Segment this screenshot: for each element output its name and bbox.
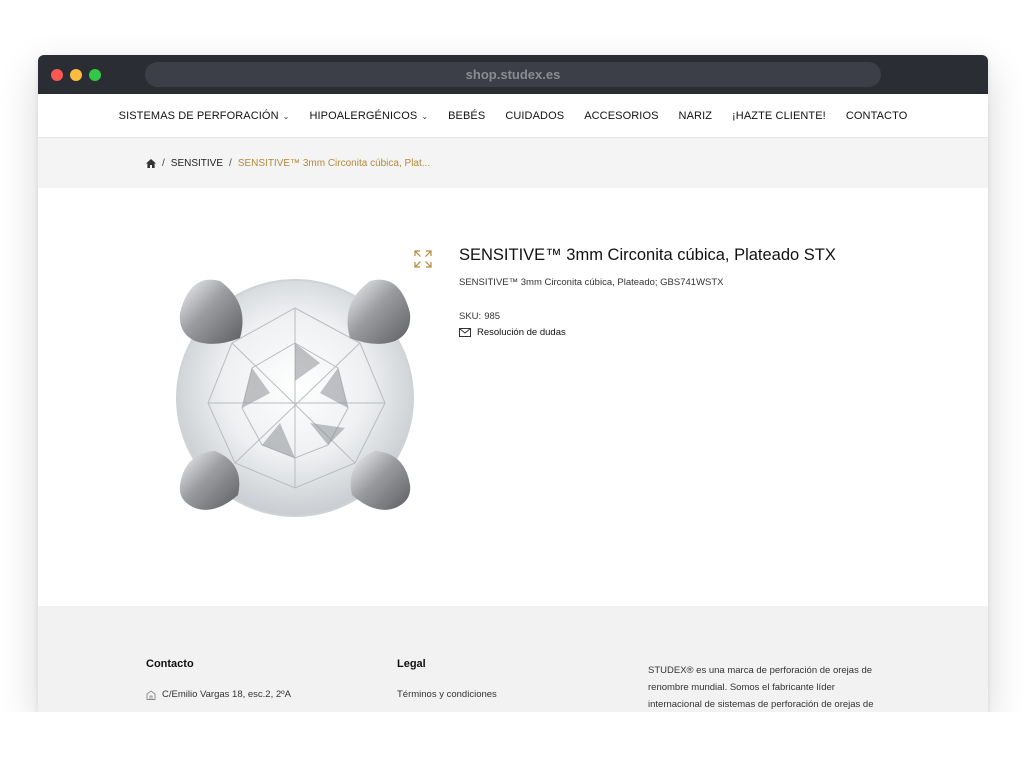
sku-value: 985 (484, 311, 501, 322)
nav-item-7[interactable]: CONTACTO (836, 110, 918, 122)
chevron-down-icon: ⌄ (282, 111, 290, 121)
product-section: SENSITIVE™ 3mm Circonita cúbica, Platead… (38, 188, 988, 606)
nav-item-label: ¡HAZTE CLIENTE! (732, 110, 826, 122)
crystal-earring-image[interactable] (170, 263, 420, 528)
expand-icon[interactable] (414, 250, 432, 268)
page-content: / SENSITIVE / SENSITIVE™ 3mm Circonita c… (38, 138, 988, 713)
help-link[interactable]: Resolución de dudas (459, 327, 566, 338)
product-subtitle: SENSITIVE™ 3mm Circonita cúbica, Platead… (459, 277, 724, 288)
footer-contact-heading: Contacto (146, 658, 194, 670)
building-icon (146, 689, 156, 700)
footer-address-text: C/Emilio Vargas 18, esc.2, 2ºA (162, 689, 291, 700)
footer-address: C/Emilio Vargas 18, esc.2, 2ºA (146, 689, 291, 700)
nav-item-3[interactable]: CUIDADOS (495, 110, 574, 122)
nav-item-label: SISTEMAS DE PERFORACIÓN (118, 110, 279, 122)
nav-item-label: NARIZ (678, 110, 713, 122)
chevron-down-icon: ⌄ (421, 111, 429, 121)
address-bar[interactable]: shop.studex.es (145, 62, 881, 87)
nav-item-label: BEBÉS (448, 110, 486, 122)
breadcrumb-current: SENSITIVE™ 3mm Circonita cúbica, Plat... (237, 158, 431, 169)
browser-titlebar: shop.studex.es (38, 55, 988, 94)
footer: Contacto C/Emilio Vargas 18, esc.2, 2ºA … (38, 606, 988, 713)
nav-item-6[interactable]: ¡HAZTE CLIENTE! (722, 110, 836, 122)
minimize-window-button[interactable] (70, 69, 82, 81)
breadcrumb-separator: / (229, 158, 232, 169)
breadcrumb-category-link[interactable]: SENSITIVE (171, 158, 223, 169)
nav-item-2[interactable]: BEBÉS (438, 110, 495, 122)
nav-item-1[interactable]: HIPOALERGÉNICOS ⌄ (299, 110, 438, 122)
browser-window: shop.studex.es SISTEMAS DE PERFORACIÓN ⌄ H… (38, 55, 988, 713)
help-link-label: Resolución de dudas (477, 327, 566, 338)
nav-item-4[interactable]: ACCESORIOS (574, 110, 668, 122)
nav-item-label: HIPOALERGÉNICOS (309, 110, 418, 122)
breadcrumb-separator: / (162, 158, 165, 169)
home-icon[interactable] (146, 159, 156, 168)
mail-icon (459, 328, 471, 337)
footer-legal-link[interactable]: Términos y condiciones (397, 689, 497, 700)
nav-item-label: CONTACTO (845, 110, 908, 122)
footer-about-text: STUDEX® es una marca de perforación de o… (648, 665, 874, 710)
product-sku: SKU: 985 (459, 311, 500, 322)
sku-label: SKU: (459, 311, 482, 322)
main-navigation: SISTEMAS DE PERFORACIÓN ⌄ HIPOALERGÉNICOS ⌄… (38, 94, 988, 138)
footer-legal: Legal (397, 658, 426, 670)
page-fade (0, 712, 1024, 768)
maximize-window-button[interactable] (89, 69, 101, 81)
footer-contact: Contacto (146, 658, 194, 670)
nav-item-label: ACCESORIOS (584, 110, 659, 122)
footer-legal-heading: Legal (397, 658, 426, 670)
nav-item-label: CUIDADOS (505, 110, 565, 122)
breadcrumb: / SENSITIVE / SENSITIVE™ 3mm Circonita c… (146, 158, 430, 169)
nav-item-0[interactable]: SISTEMAS DE PERFORACIÓN ⌄ (109, 110, 300, 122)
close-window-button[interactable] (51, 69, 63, 81)
nav-menu: SISTEMAS DE PERFORACIÓN ⌄ HIPOALERGÉNICOS ⌄… (38, 94, 988, 138)
nav-item-5[interactable]: NARIZ (669, 110, 723, 122)
product-title: SENSITIVE™ 3mm Circonita cúbica, Platead… (459, 246, 836, 264)
